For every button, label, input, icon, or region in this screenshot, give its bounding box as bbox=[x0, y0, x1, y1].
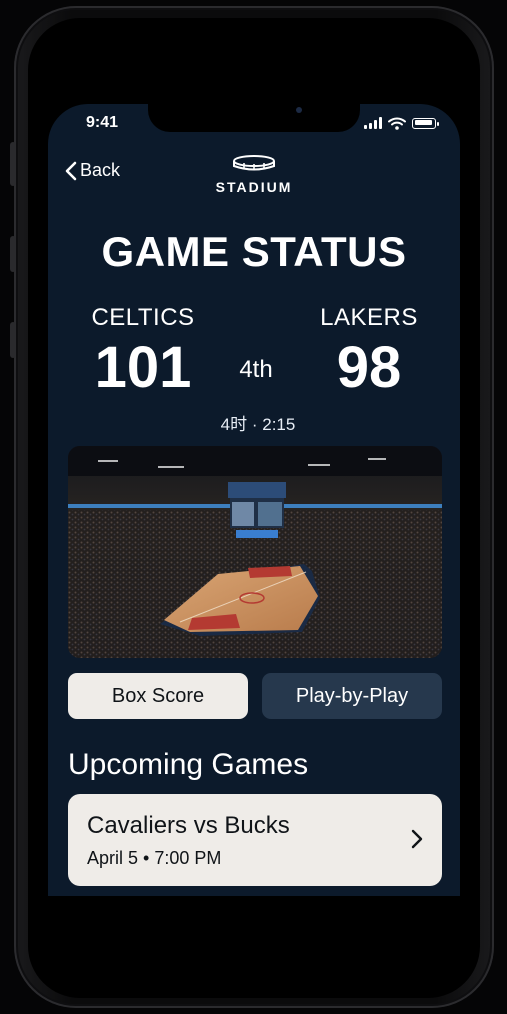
home-team-score: 101 bbox=[94, 335, 192, 400]
device-notch bbox=[148, 104, 360, 132]
home-team-name: CELTICS bbox=[91, 304, 195, 331]
box-score-button[interactable]: Box Score bbox=[68, 673, 248, 719]
game-clock: 4时 · 2:15 bbox=[220, 415, 296, 434]
stadium-logo-icon bbox=[233, 155, 275, 171]
silent-switch bbox=[10, 142, 16, 186]
back-button[interactable]: Back bbox=[64, 160, 120, 181]
volume-down-button bbox=[10, 322, 16, 358]
game-period: 4th bbox=[239, 356, 273, 383]
status-icons bbox=[364, 116, 440, 130]
brand-wordmark: STADIUM bbox=[215, 179, 293, 195]
app-screen: 9:41 Back STADIUM GAME STATUS CELTICS 10… bbox=[48, 104, 460, 896]
back-label: Back bbox=[80, 160, 121, 180]
page-title: GAME STATUS bbox=[101, 228, 407, 275]
status-time: 9:41 bbox=[86, 114, 119, 131]
front-camera bbox=[296, 107, 302, 113]
arena-photo bbox=[68, 446, 442, 658]
cellular-signal-icon bbox=[364, 117, 382, 129]
play-by-play-button[interactable]: Play-by-Play bbox=[262, 673, 442, 719]
home-team: CELTICS 101 bbox=[58, 304, 228, 401]
away-team-name: LAKERS bbox=[320, 304, 418, 331]
upcoming-games-heading: Upcoming Games bbox=[68, 748, 309, 781]
upcoming-game-card[interactable]: Cavaliers vs Bucks April 5 • 7:00 PM bbox=[68, 794, 442, 886]
game-matchup: Cavaliers vs Bucks bbox=[87, 812, 290, 839]
away-team-score: 98 bbox=[336, 335, 402, 400]
volume-up-button bbox=[10, 236, 16, 272]
away-team: LAKERS 98 bbox=[284, 304, 454, 401]
device-frame: 9:41 Back STADIUM GAME STATUS CELTICS 10… bbox=[0, 0, 507, 1014]
battery-icon bbox=[412, 117, 439, 129]
chevron-right-icon bbox=[411, 829, 423, 849]
wifi-icon bbox=[388, 117, 406, 130]
chevron-left-icon bbox=[65, 161, 77, 180]
game-datetime: April 5 • 7:00 PM bbox=[87, 848, 222, 868]
brand-logo: STADIUM bbox=[194, 154, 314, 195]
